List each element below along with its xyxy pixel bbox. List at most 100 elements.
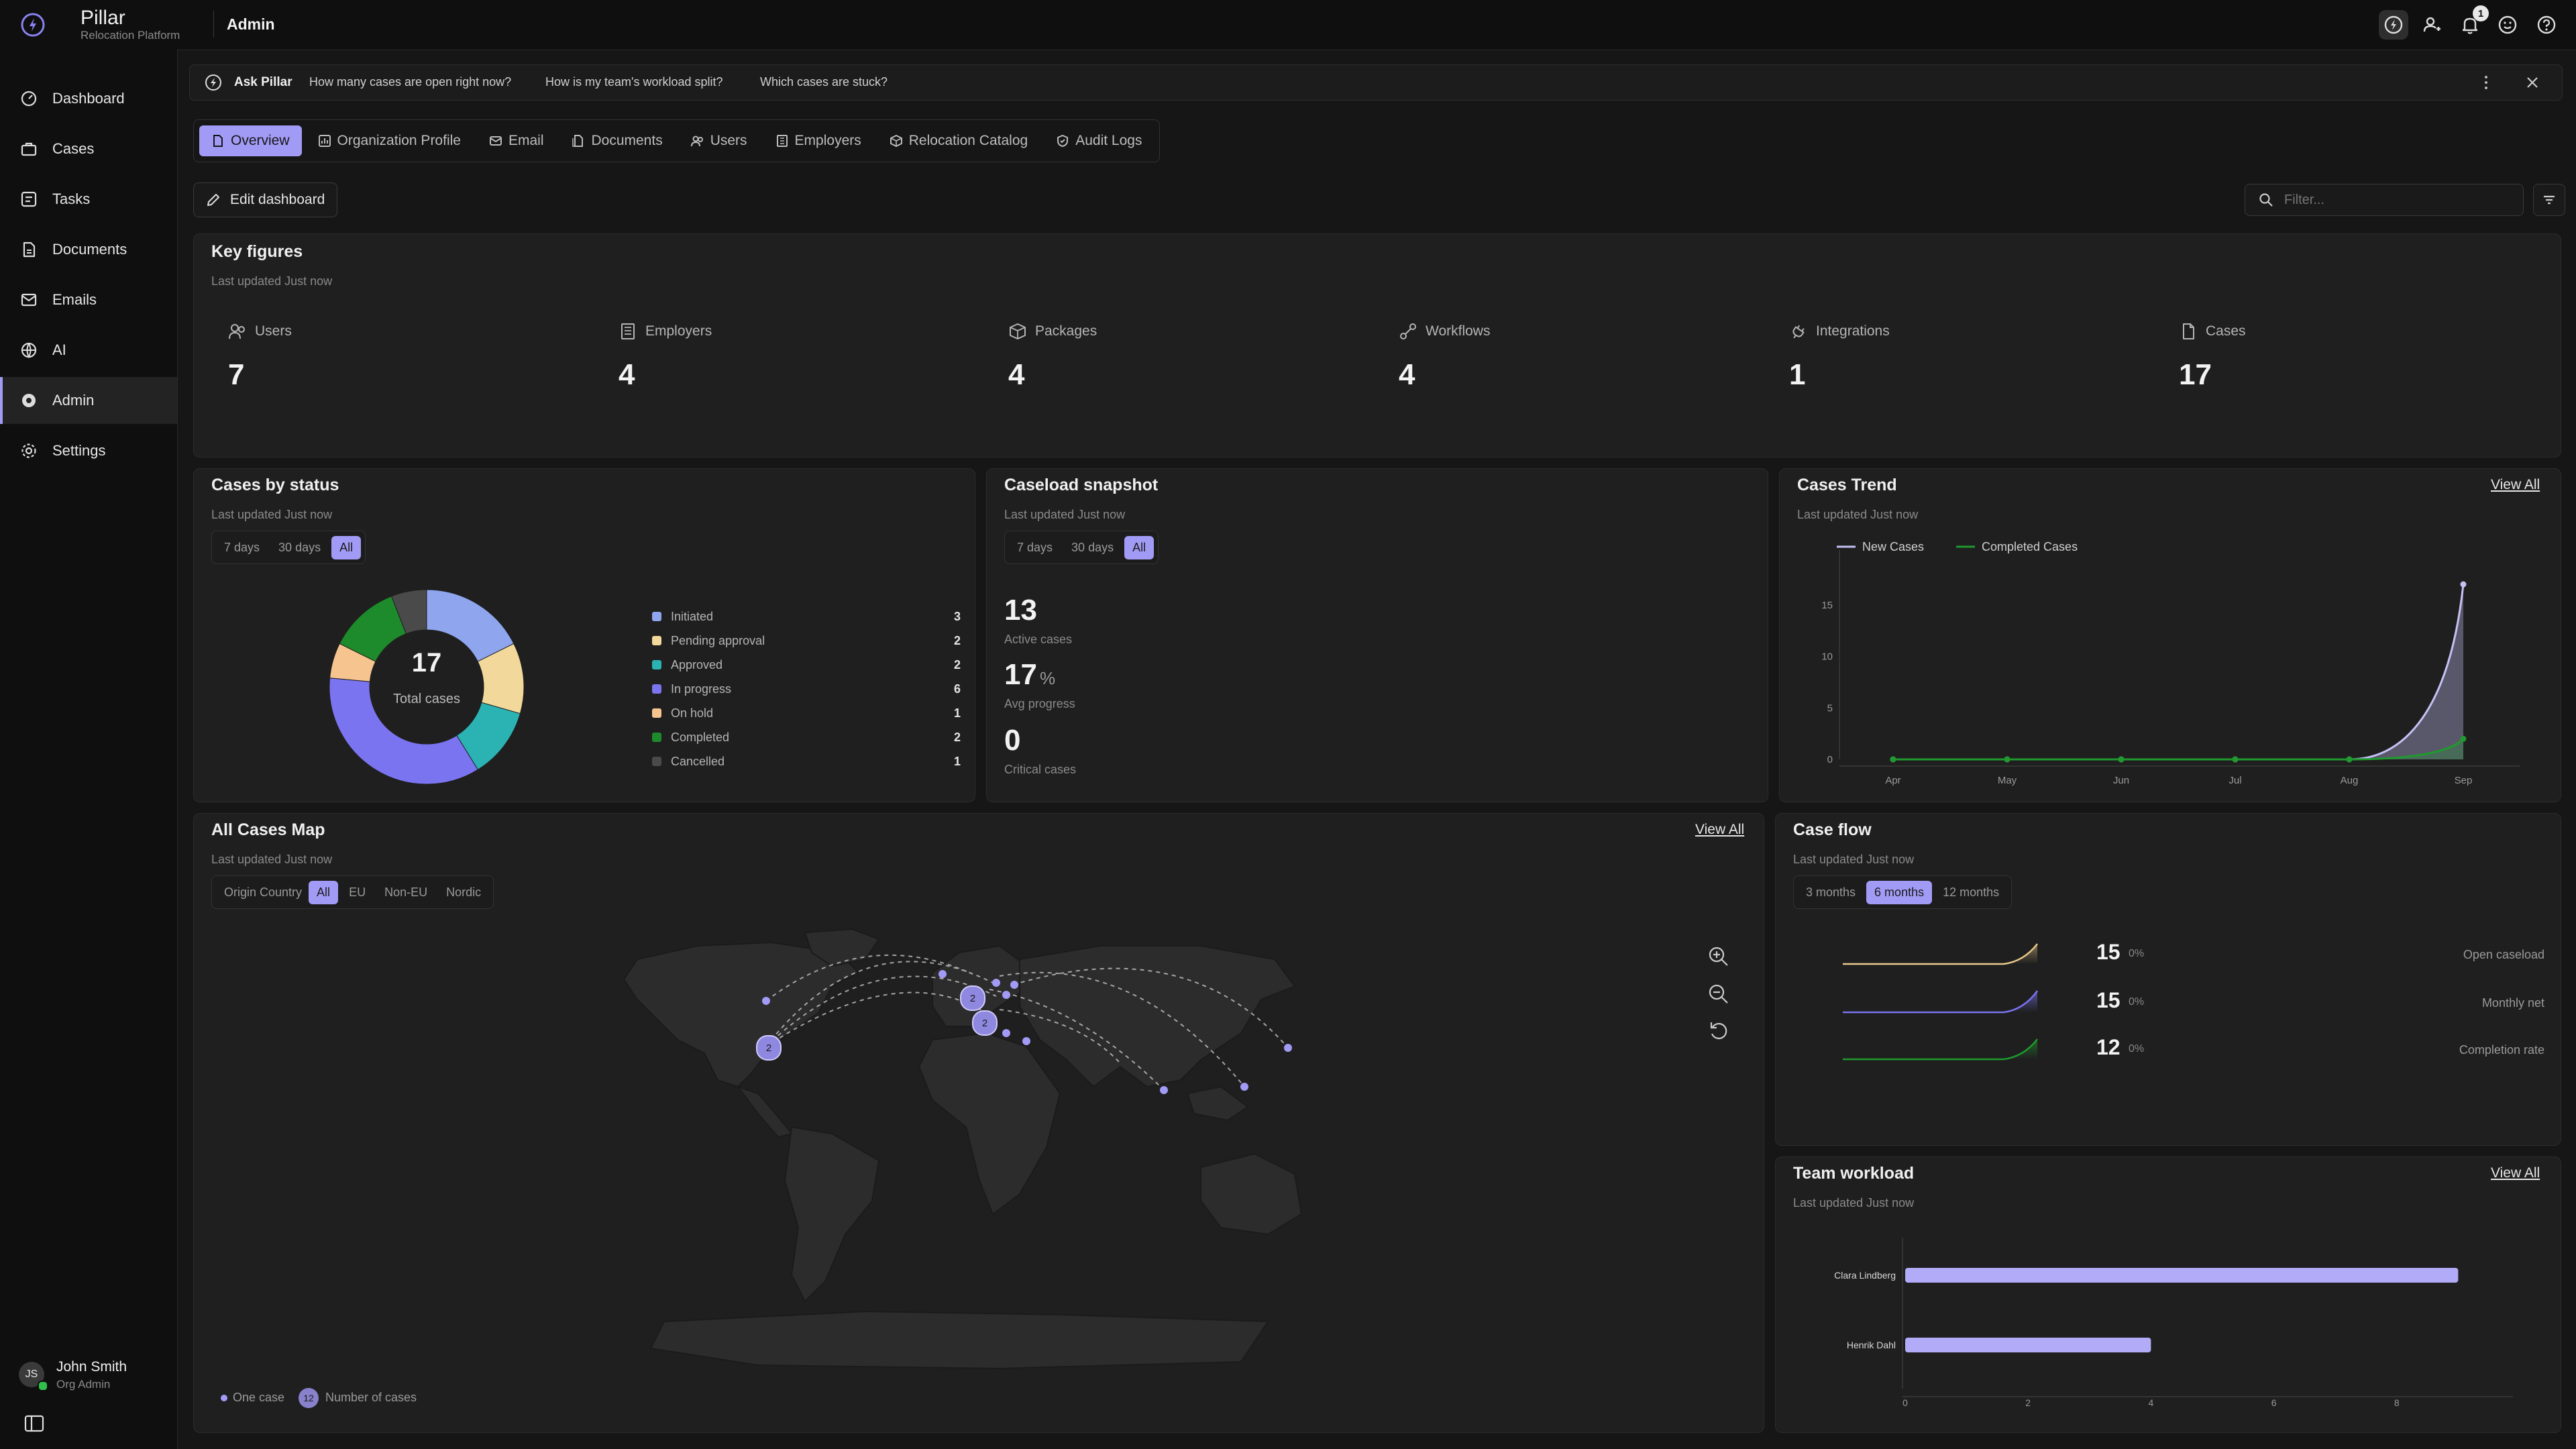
antarctica: [649, 1310, 1269, 1370]
range-30-days[interactable]: 30 days: [270, 536, 329, 559]
flow-value: 15: [2096, 988, 2121, 1012]
south-america: [784, 1126, 880, 1303]
app-subtitle: Relocation Platform: [80, 29, 180, 42]
active-cases-label: Active cases: [1004, 633, 1073, 646]
help-icon[interactable]: [2532, 10, 2561, 40]
x-tick-label: 0: [1902, 1397, 1908, 1408]
range-selector: 3 months 6 months 12 months: [1793, 875, 2012, 909]
zoom-out-icon[interactable]: [1707, 983, 1730, 1006]
range-6-months[interactable]: 6 months: [1866, 880, 1933, 904]
monthly-net-sparkline: [1843, 990, 2039, 1014]
tab-organization-profile[interactable]: Organization Profile: [306, 125, 473, 156]
origin-country-filter: Origin Country All EU Non-EU Nordic: [211, 875, 494, 909]
range-selector: 7 days 30 days All: [1004, 531, 1159, 564]
sidebar-item-label: Admin: [52, 392, 95, 409]
filter-eu[interactable]: EU: [341, 881, 374, 904]
sidebar-item-ai[interactable]: AI: [0, 327, 177, 374]
filter-nordic[interactable]: Nordic: [438, 881, 489, 904]
case-cluster[interactable]: 2: [756, 1035, 782, 1061]
sidebar-item-documents[interactable]: Documents: [0, 226, 177, 273]
key-figure-integrations: Integrations 1: [1789, 322, 1890, 392]
reset-icon[interactable]: [1707, 1019, 1730, 1042]
tab-email[interactable]: Email: [477, 125, 556, 156]
x-tick-label: Jul: [2229, 775, 2241, 786]
sidebar-item-tasks[interactable]: Tasks: [0, 176, 177, 223]
ask-suggestion[interactable]: Which cases are stuck?: [760, 75, 888, 89]
building-icon: [776, 135, 788, 147]
tab-employers[interactable]: Employers: [763, 125, 873, 156]
sidebar-item-dashboard[interactable]: Dashboard: [0, 75, 177, 122]
panel-title: Cases Trend: [1797, 476, 1897, 494]
ask-suggestion[interactable]: How is my team's workload split?: [545, 75, 723, 89]
workflow-icon: [1400, 323, 1416, 339]
divider: [213, 11, 214, 38]
mail-icon: [489, 136, 502, 146]
last-updated: Last updated Just now: [1004, 508, 1126, 521]
edit-dashboard-button[interactable]: Edit dashboard: [193, 182, 338, 217]
x-tick-label: 6: [2271, 1397, 2277, 1408]
filter-options-button[interactable]: [2533, 184, 2565, 216]
sidebar-item-cases[interactable]: Cases: [0, 125, 177, 172]
member-name: Clara Lindberg: [1834, 1270, 1896, 1281]
range-3-months[interactable]: 3 months: [1798, 881, 1864, 904]
user-switch-icon[interactable]: [2418, 10, 2447, 40]
range-7-days[interactable]: 7 days: [216, 536, 268, 559]
sidebar-toggle-icon[interactable]: [24, 1414, 44, 1433]
document-icon: [213, 135, 223, 147]
sidebar-item-settings[interactable]: Settings: [0, 427, 177, 474]
panel-title: Team workload: [1793, 1164, 1915, 1183]
sidebar-item-emails[interactable]: Emails: [0, 276, 177, 323]
view-all-link[interactable]: View All: [2491, 1165, 2540, 1181]
close-icon[interactable]: [2524, 74, 2540, 91]
filter-all[interactable]: All: [309, 880, 339, 904]
range-7-days[interactable]: 7 days: [1009, 536, 1061, 559]
tab-audit-logs[interactable]: Audit Logs: [1044, 125, 1154, 156]
key-figure-packages: Packages 4: [1008, 322, 1097, 392]
legend-label: Pending approval: [671, 633, 765, 647]
legend-count: 3: [953, 609, 961, 623]
view-all-link[interactable]: View All: [1695, 822, 1744, 838]
data-point: [2346, 756, 2353, 763]
range-12-months[interactable]: 12 months: [1935, 881, 2007, 904]
online-status-dot: [38, 1381, 48, 1391]
edit-dashboard-label: Edit dashboard: [230, 192, 325, 207]
last-updated: Last updated Just now: [1793, 1196, 1915, 1210]
range-30-days[interactable]: 30 days: [1063, 536, 1122, 559]
filter-non-eu[interactable]: Non-EU: [376, 881, 435, 904]
caseload-snapshot-panel: Caseload snapshot Last updated Just now …: [986, 468, 1768, 802]
range-selector: 7 days 30 days All: [211, 531, 366, 564]
sidebar-item-admin[interactable]: Admin: [0, 377, 177, 424]
case-cluster[interactable]: 2: [972, 1010, 998, 1036]
legend-label: Completed Cases: [1982, 540, 2078, 553]
view-all-link[interactable]: View All: [2491, 477, 2540, 493]
pillar-logo-icon[interactable]: [20, 12, 46, 38]
range-all[interactable]: All: [1124, 535, 1155, 559]
one-case-dot: [221, 1395, 227, 1401]
legend-swatch: [652, 612, 661, 621]
briefcase-icon: [21, 142, 37, 156]
flow-value: 15: [2096, 940, 2121, 964]
tab-overview[interactable]: Overview: [199, 125, 302, 156]
range-all[interactable]: All: [331, 535, 362, 559]
tab-documents[interactable]: Documents: [559, 125, 674, 156]
filter-input[interactable]: [2283, 191, 2507, 209]
legend-swatch: [652, 660, 661, 669]
more-vertical-icon[interactable]: [2483, 73, 2489, 92]
ask-suggestion[interactable]: How many cases are open right now?: [309, 75, 511, 89]
flow-label: Monthly net: [2481, 996, 2544, 1010]
tab-users[interactable]: Users: [679, 125, 759, 156]
pillar-ai-icon[interactable]: [2379, 10, 2408, 40]
users-icon: [690, 136, 703, 147]
pencil-icon: [207, 194, 219, 206]
case-cluster[interactable]: 2: [960, 985, 985, 1011]
southeast-asia: [1186, 1085, 1249, 1122]
donut-total-label: Total cases: [392, 692, 461, 706]
x-tick-label: 8: [2394, 1397, 2400, 1408]
last-updated: Last updated Just now: [211, 853, 333, 866]
plug-icon: [1792, 325, 1805, 339]
smile-icon[interactable]: [2493, 10, 2522, 40]
zoom-in-icon[interactable]: [1707, 945, 1730, 968]
key-figure-label: Users: [255, 323, 292, 339]
tab-relocation-catalog[interactable]: Relocation Catalog: [877, 125, 1040, 156]
active-cases-value: 13: [1004, 594, 1037, 627]
